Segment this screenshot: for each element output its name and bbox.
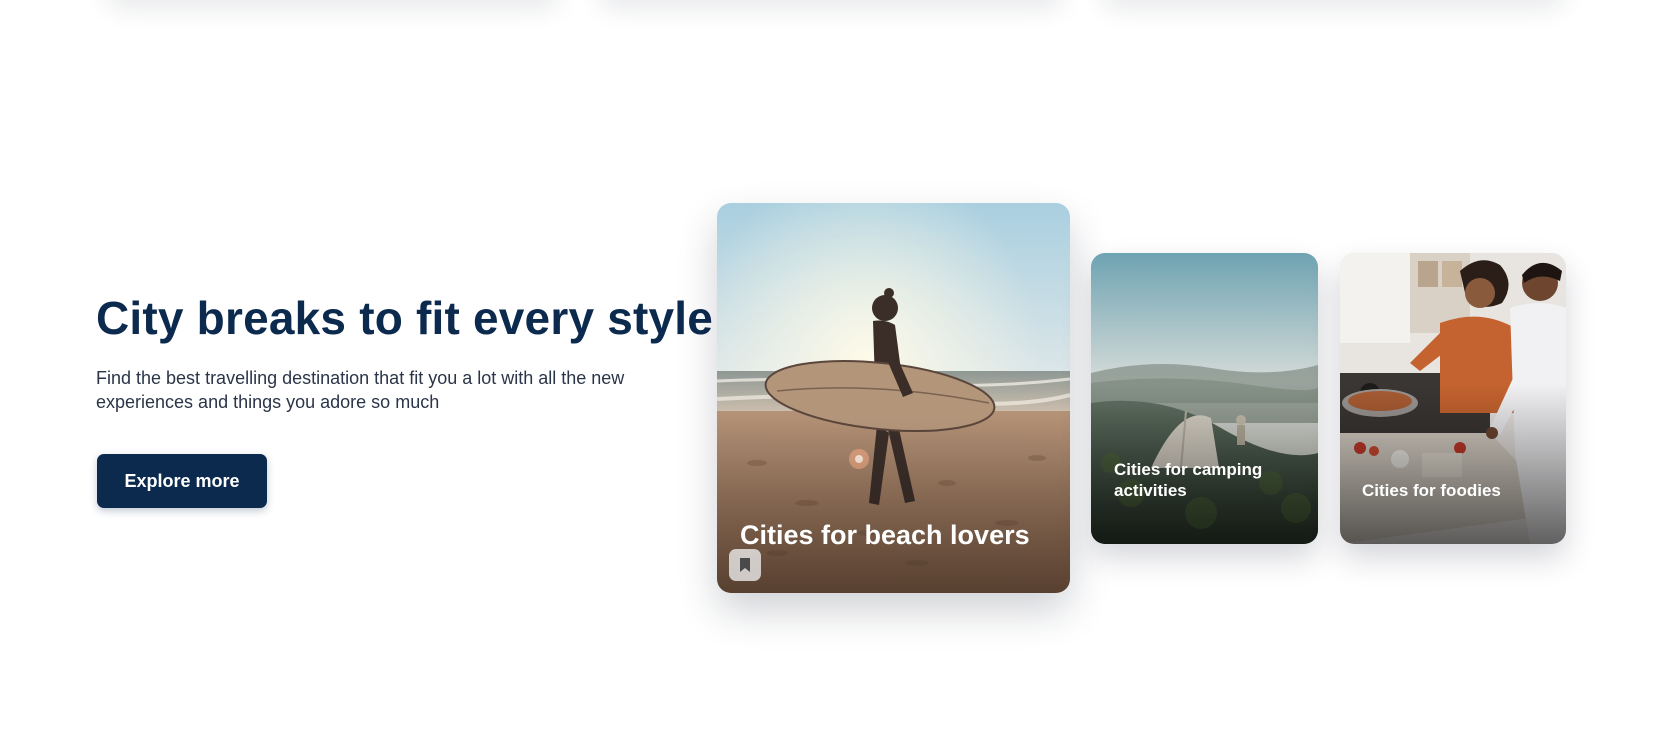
card-foodies[interactable]: Cities for foodies [1340, 253, 1566, 544]
page: City breaks to fit every style Find the … [0, 0, 1662, 751]
card-label-beach: Cities for beach lovers [740, 520, 1030, 550]
hero-subtitle: Find the best travelling destination tha… [96, 368, 625, 412]
card-label-camping: Cities for camping activities [1114, 460, 1263, 500]
card-beach-lovers[interactable]: Cities for beach lovers [717, 203, 1070, 593]
card-label-foodies: Cities for foodies [1362, 481, 1501, 500]
card-camping-activities[interactable]: Cities for camping activities [1091, 253, 1318, 544]
hero-title: City breaks to fit every style [96, 292, 714, 344]
bookmark-icon[interactable] [729, 549, 761, 581]
explore-more-button[interactable]: Explore more [97, 454, 267, 508]
